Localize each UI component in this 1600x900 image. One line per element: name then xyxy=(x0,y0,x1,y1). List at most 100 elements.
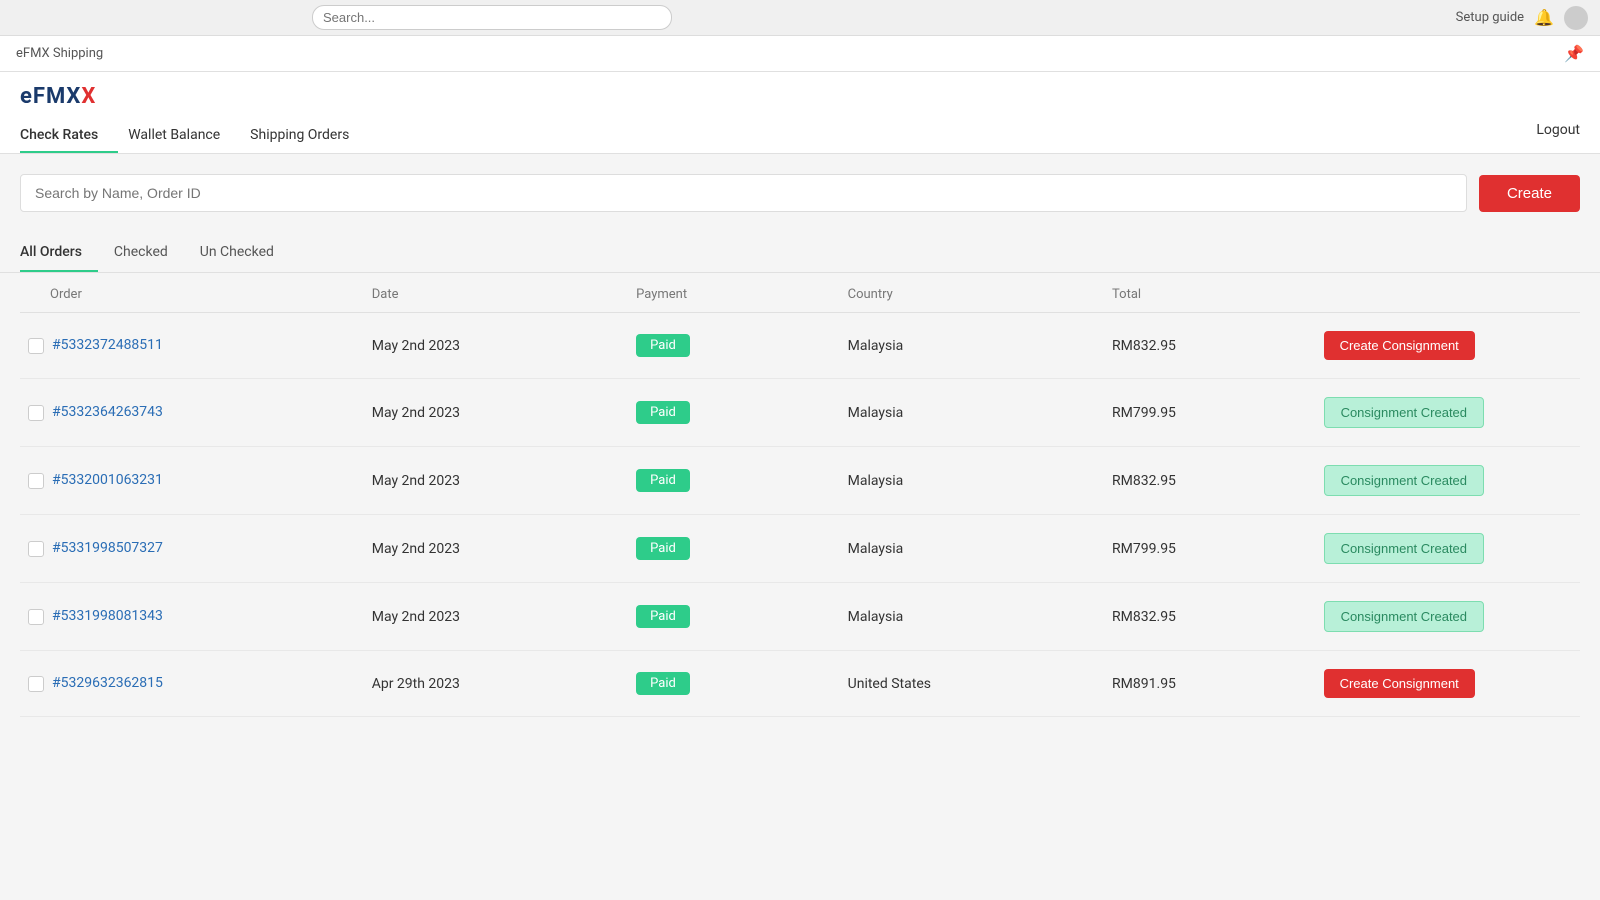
table-row: #5331998507327 May 2nd 2023 Paid MalaysiaRM… xyxy=(20,515,1580,583)
order-id-link[interactable]: #5331998081343 xyxy=(52,608,163,624)
date-cell: May 2nd 2023 xyxy=(364,583,628,651)
table-row: #5332364263743 May 2nd 2023 Paid MalaysiaRM… xyxy=(20,379,1580,447)
row-checkbox[interactable] xyxy=(28,405,44,421)
orders-table: Order Date Payment Country Total #533237… xyxy=(20,273,1580,717)
date-cell: May 2nd 2023 xyxy=(364,379,628,447)
order-cell: #5331998081343 xyxy=(20,583,364,651)
action-cell: Consignment Created xyxy=(1316,379,1580,447)
country-cell: United States xyxy=(840,651,1104,717)
total-cell: RM799.95 xyxy=(1104,515,1316,583)
table-row: #5332001063231 May 2nd 2023 Paid MalaysiaRM… xyxy=(20,447,1580,515)
consignment-created-button: Consignment Created xyxy=(1324,533,1484,564)
payment-badge: Paid xyxy=(636,469,690,492)
action-cell: Create Consignment xyxy=(1316,313,1580,379)
consignment-created-button: Consignment Created xyxy=(1324,397,1484,428)
table-row: #5332372488511 May 2nd 2023 Paid MalaysiaRM… xyxy=(20,313,1580,379)
payment-badge: Paid xyxy=(636,672,690,695)
country-cell: Malaysia xyxy=(840,515,1104,583)
nav-item-check-rates[interactable]: Check Rates xyxy=(20,117,118,153)
search-input[interactable] xyxy=(20,174,1467,212)
payment-cell: Paid xyxy=(628,651,840,717)
order-id-link[interactable]: #5329632362815 xyxy=(52,675,163,691)
total-cell: RM891.95 xyxy=(1104,651,1316,717)
payment-cell: Paid xyxy=(628,515,840,583)
date-cell: May 2nd 2023 xyxy=(364,313,628,379)
payment-badge: Paid xyxy=(636,334,690,357)
create-button[interactable]: Create xyxy=(1479,175,1580,212)
pin-icon[interactable]: 📌 xyxy=(1564,44,1584,63)
order-id-link[interactable]: #5332001063231 xyxy=(52,472,163,488)
browser-bar-right: Setup guide 🔔 xyxy=(1456,6,1588,30)
date-cell: May 2nd 2023 xyxy=(364,515,628,583)
row-checkbox[interactable] xyxy=(28,609,44,625)
browser-url-input[interactable] xyxy=(312,5,672,30)
action-cell: Consignment Created xyxy=(1316,447,1580,515)
payment-badge: Paid xyxy=(636,537,690,560)
country-cell: Malaysia xyxy=(840,379,1104,447)
order-cell: #5332364263743 xyxy=(20,379,364,447)
order-cell: #5332001063231 xyxy=(20,447,364,515)
row-checkbox[interactable] xyxy=(28,473,44,489)
tabs-bar: All Orders Checked Un Checked xyxy=(0,232,1600,273)
nav-item-shipping-orders[interactable]: Shipping Orders xyxy=(250,117,369,153)
tab-all-orders[interactable]: All Orders xyxy=(20,232,98,272)
col-header-payment: Payment xyxy=(628,273,840,313)
table-row: #5329632362815 Apr 29th 2023 Paid United St… xyxy=(20,651,1580,717)
payment-cell: Paid xyxy=(628,313,840,379)
create-consignment-button[interactable]: Create Consignment xyxy=(1324,331,1475,360)
action-cell: Consignment Created xyxy=(1316,583,1580,651)
table-row: #5331998081343 May 2nd 2023 Paid MalaysiaRM… xyxy=(20,583,1580,651)
app-title: eFMX Shipping xyxy=(16,46,103,61)
search-bar: Create xyxy=(0,154,1600,232)
date-cell: Apr 29th 2023 xyxy=(364,651,628,717)
row-checkbox[interactable] xyxy=(28,541,44,557)
col-header-order: Order xyxy=(20,273,364,313)
col-header-action xyxy=(1316,273,1580,313)
table-container: Order Date Payment Country Total #533237… xyxy=(0,273,1600,737)
order-id-link[interactable]: #5331998507327 xyxy=(52,540,163,556)
bell-icon[interactable]: 🔔 xyxy=(1534,8,1554,27)
payment-cell: Paid xyxy=(628,379,840,447)
order-id-link[interactable]: #5332364263743 xyxy=(52,404,163,420)
logo-text-x: X xyxy=(81,84,95,109)
payment-cell: Paid xyxy=(628,583,840,651)
row-checkbox[interactable] xyxy=(28,676,44,692)
action-cell: Consignment Created xyxy=(1316,515,1580,583)
tab-checked[interactable]: Checked xyxy=(114,232,184,272)
browser-bar: Setup guide 🔔 xyxy=(0,0,1600,36)
action-cell: Create Consignment xyxy=(1316,651,1580,717)
total-cell: RM832.95 xyxy=(1104,583,1316,651)
order-id-link[interactable]: #5332372488511 xyxy=(52,337,163,353)
order-cell: #5332372488511 xyxy=(20,313,364,379)
order-cell: #5329632362815 xyxy=(20,651,364,717)
col-header-date: Date xyxy=(364,273,628,313)
setup-guide-label: Setup guide xyxy=(1456,10,1524,25)
payment-cell: Paid xyxy=(628,447,840,515)
tab-unchecked[interactable]: Un Checked xyxy=(200,232,290,272)
create-consignment-button[interactable]: Create Consignment xyxy=(1324,669,1475,698)
app-title-bar: eFMX Shipping 📌 xyxy=(0,36,1600,72)
country-cell: Malaysia xyxy=(840,313,1104,379)
date-cell: May 2nd 2023 xyxy=(364,447,628,515)
col-header-country: Country xyxy=(840,273,1104,313)
country-cell: Malaysia xyxy=(840,583,1104,651)
payment-badge: Paid xyxy=(636,401,690,424)
consignment-created-button: Consignment Created xyxy=(1324,601,1484,632)
consignment-created-button: Consignment Created xyxy=(1324,465,1484,496)
nav: Check Rates Wallet Balance Shipping Orde… xyxy=(20,117,1580,153)
order-cell: #5331998507327 xyxy=(20,515,364,583)
payment-badge: Paid xyxy=(636,605,690,628)
total-cell: RM832.95 xyxy=(1104,447,1316,515)
logo-text-main: eFMX xyxy=(20,84,81,109)
table-header-row: Order Date Payment Country Total xyxy=(20,273,1580,313)
col-header-total: Total xyxy=(1104,273,1316,313)
avatar-icon[interactable] xyxy=(1564,6,1588,30)
row-checkbox[interactable] xyxy=(28,338,44,354)
nav-item-wallet-balance[interactable]: Wallet Balance xyxy=(128,117,240,153)
logout-button[interactable]: Logout xyxy=(1536,122,1580,148)
total-cell: RM832.95 xyxy=(1104,313,1316,379)
logo: eFMXX xyxy=(20,84,1580,109)
total-cell: RM799.95 xyxy=(1104,379,1316,447)
country-cell: Malaysia xyxy=(840,447,1104,515)
header: eFMXX Check Rates Wallet Balance Shippin… xyxy=(0,72,1600,154)
